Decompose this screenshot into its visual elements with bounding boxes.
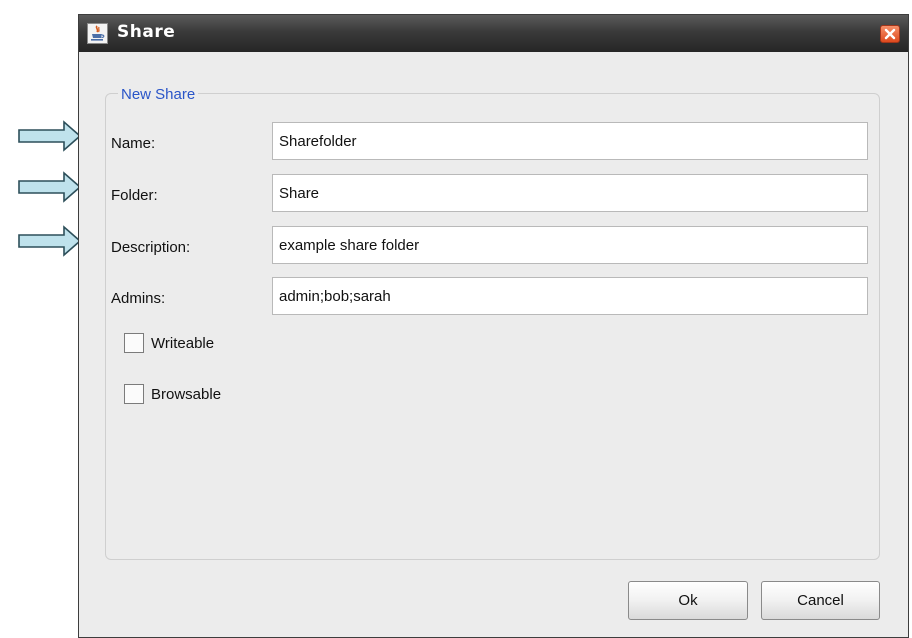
writeable-checkbox[interactable] — [124, 333, 144, 353]
share-dialog: Share New Share Name: Folder: Descriptio… — [78, 14, 909, 638]
right-arrow-icon — [18, 171, 81, 203]
description-field[interactable] — [272, 226, 868, 264]
folder-field[interactable] — [272, 174, 868, 212]
name-label: Name: — [111, 135, 156, 152]
java-app-icon — [87, 23, 108, 44]
name-field[interactable] — [272, 122, 868, 160]
browsable-checkbox[interactable] — [124, 384, 144, 404]
admins-label: Admins: — [111, 290, 166, 307]
ok-button[interactable]: Ok — [628, 581, 748, 620]
browsable-option[interactable]: Browsable — [124, 382, 221, 406]
admins-field[interactable] — [272, 277, 868, 315]
writeable-option[interactable]: Writeable — [124, 331, 214, 355]
browsable-label: Browsable — [151, 385, 222, 403]
folder-label: Folder: — [111, 187, 158, 204]
right-arrow-icon — [18, 225, 81, 257]
group-title: New Share — [118, 86, 199, 103]
window-title: Share — [117, 22, 176, 42]
description-label: Description: — [111, 239, 191, 256]
writeable-label: Writeable — [151, 334, 215, 352]
right-arrow-icon — [18, 120, 81, 152]
cancel-button[interactable]: Cancel — [761, 581, 880, 620]
close-icon — [884, 28, 896, 40]
close-button[interactable] — [880, 25, 900, 43]
new-share-group — [105, 93, 880, 560]
title-bar[interactable]: Share — [79, 15, 908, 52]
